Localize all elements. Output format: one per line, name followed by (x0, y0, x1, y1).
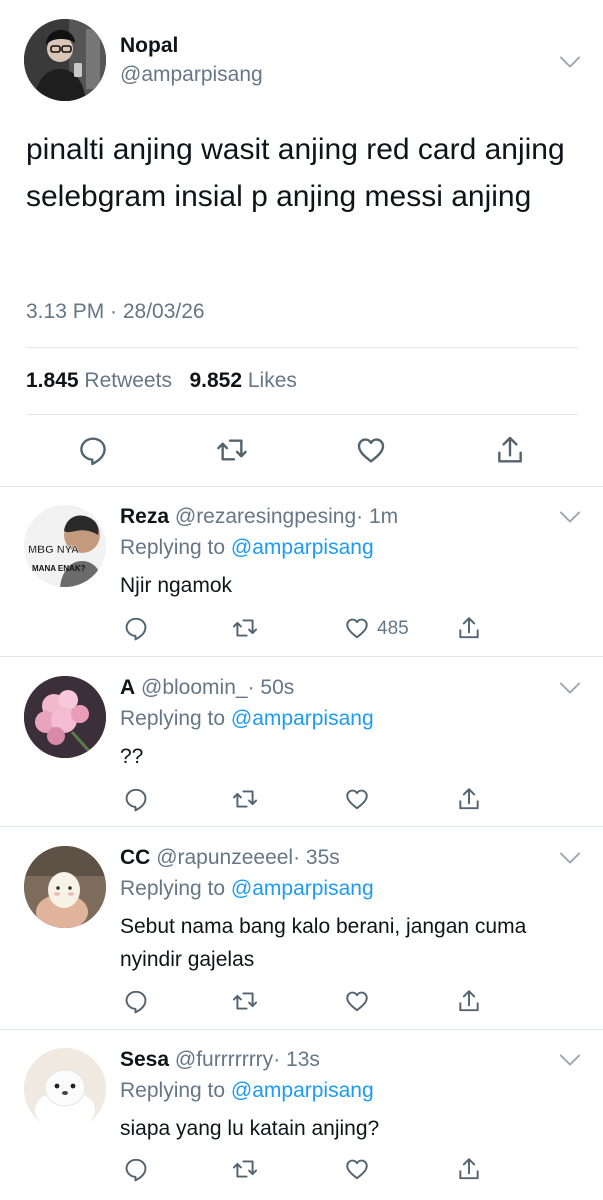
replying-to: Replying to @amparpisang (120, 1079, 374, 1103)
avatar[interactable] (24, 846, 106, 928)
replying-to: Replying to @amparpisang (120, 877, 374, 901)
retweet-icon[interactable] (232, 988, 258, 1014)
share-icon[interactable] (456, 786, 482, 812)
author-name[interactable]: Nopal (120, 34, 178, 58)
reply-header[interactable]: Reza @rezaresingpesing· 1m (120, 505, 398, 529)
reply-author-handle[interactable]: @rapunzeeeel (156, 846, 293, 869)
reply-text: siapa yang lu katain anjing? (120, 1117, 380, 1140)
reply-author-name[interactable]: CC (120, 846, 150, 869)
avatar-caption: MBG NYA (28, 544, 79, 556)
replying-to: Replying to @amparpisang (120, 707, 374, 731)
share-icon[interactable] (456, 615, 482, 641)
tweet-text: pinalti anjing wasit anjing red card anj… (26, 133, 565, 213)
like-icon[interactable] (344, 615, 370, 641)
likes-label[interactable]: Likes (248, 369, 297, 392)
reply-time: · 35s (293, 846, 340, 869)
reply-header[interactable]: CC @rapunzeeeel· 35s (120, 846, 340, 870)
likes-count[interactable]: 9.852 (189, 369, 242, 392)
chevron-down-icon[interactable] (559, 851, 581, 865)
reply-time: · 1m (356, 505, 399, 528)
tweet-stats: 1.845 Retweets 9.852 Likes (26, 369, 297, 393)
avatar[interactable]: MBG NYA MANA ENAK? (24, 505, 106, 587)
reply-icon[interactable] (123, 615, 149, 641)
reply-text: Njir ngamok (120, 574, 233, 597)
retweet-icon[interactable] (232, 786, 258, 812)
author-handle[interactable]: @amparpisang (120, 63, 263, 87)
reply-author-handle[interactable]: @rezaresingpesing (175, 505, 356, 528)
retweet-icon[interactable] (232, 615, 258, 641)
reply-author-handle[interactable]: @furrrrrrry (175, 1048, 273, 1071)
divider (0, 656, 603, 657)
divider (0, 486, 603, 487)
share-icon[interactable] (494, 434, 526, 466)
reply-time: · 50s (247, 676, 295, 699)
reply-author-name[interactable]: Reza (120, 505, 169, 528)
divider (26, 347, 578, 348)
share-icon[interactable] (456, 988, 482, 1014)
retweet-icon[interactable] (232, 1156, 258, 1182)
divider (26, 414, 578, 415)
replying-label: Replying to (120, 1079, 226, 1102)
reply-icon[interactable] (123, 1156, 149, 1182)
replying-label: Replying to (120, 536, 226, 559)
tweet-timestamp: 3.13 PM · 28/03/26 (26, 300, 205, 323)
like-icon[interactable] (344, 988, 370, 1014)
replying-label: Replying to (120, 877, 226, 900)
like-icon[interactable] (344, 786, 370, 812)
reply-icon[interactable] (77, 434, 109, 466)
reply-header[interactable]: A @bloomin_· 50s (120, 676, 294, 700)
retweets-label[interactable]: Retweets (84, 369, 172, 392)
avatar[interactable] (24, 1048, 106, 1130)
divider (0, 1029, 603, 1030)
reply-icon[interactable] (123, 988, 149, 1014)
reply-text: Sebut nama bang kalo berani, jangan cuma… (120, 915, 527, 971)
reply-header[interactable]: Sesa @furrrrrrry· 13s (120, 1048, 320, 1072)
avatar-caption: MANA ENAK? (32, 564, 86, 573)
avatar[interactable] (24, 19, 106, 101)
like-count: 485 (377, 618, 409, 639)
mention-link[interactable]: @amparpisang (231, 536, 374, 559)
mention-link[interactable]: @amparpisang (231, 877, 374, 900)
reply-author-handle[interactable]: @bloomin_ (141, 676, 248, 699)
chevron-down-icon[interactable] (559, 681, 581, 695)
replying-label: Replying to (120, 707, 226, 730)
mention-link[interactable]: @amparpisang (231, 707, 374, 730)
divider (0, 826, 603, 827)
chevron-down-icon[interactable] (559, 55, 581, 69)
reply-text: ?? (120, 745, 144, 768)
reply-icon[interactable] (123, 786, 149, 812)
like-icon[interactable] (355, 434, 387, 466)
mention-link[interactable]: @amparpisang (231, 1079, 374, 1102)
chevron-down-icon[interactable] (559, 1053, 581, 1067)
like-icon[interactable] (344, 1156, 370, 1182)
replying-to: Replying to @amparpisang (120, 536, 374, 560)
avatar[interactable] (24, 676, 106, 758)
reply-time: · 13s (273, 1048, 320, 1071)
reply-author-name[interactable]: Sesa (120, 1048, 169, 1071)
retweet-icon[interactable] (216, 434, 248, 466)
share-icon[interactable] (456, 1156, 482, 1182)
chevron-down-icon[interactable] (559, 510, 581, 524)
retweets-count[interactable]: 1.845 (26, 369, 79, 392)
reply-author-name[interactable]: A (120, 676, 135, 699)
